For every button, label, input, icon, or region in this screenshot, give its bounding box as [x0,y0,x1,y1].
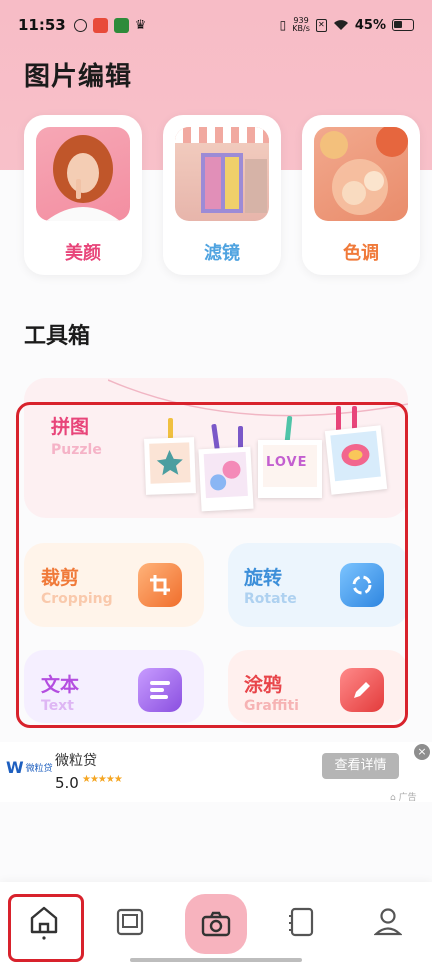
nav-home-highlight-frame [8,894,84,962]
ad-tag: ⌂ 广告 [390,790,417,803]
feature-card-filter[interactable]: 滤镜 [163,115,281,275]
nav-notebook[interactable] [272,892,332,952]
status-right: ▯ 939 KB/s ✕ 45% [280,17,414,33]
ad-banner[interactable]: W 微粒贷 微粒贷 5.0 ★★★★★ 查看详情 × ⌂ 广告 [0,742,432,803]
network-speed: 939 KB/s [292,17,310,33]
net-speed-unit: KB/s [292,24,310,33]
feature-label-tone: 色调 [343,243,379,264]
beauty-thumbnail [36,127,130,221]
nav-camera-button[interactable] [185,894,247,954]
nav-gallery[interactable] [100,892,160,952]
battery-percent: 45% [354,17,386,33]
status-notification-icons: ♛ [73,17,147,33]
tone-thumbnail [314,127,408,221]
feature-label-filter: 滤镜 [204,243,240,264]
profile-icon [374,908,402,936]
ad-logo: W 微粒贷 [6,758,53,777]
toolbox-title: 工具箱 [24,324,91,349]
ad-stars: ★★★★★ [82,774,123,785]
filter-thumbnail [175,127,269,221]
toolbox-highlight-frame [16,402,408,728]
feature-card-beauty[interactable]: 美颜 [24,115,142,275]
camera-icon [201,911,231,937]
status-bar: 11:53 ♛ ▯ 939 KB/s ✕ 45% [0,0,432,50]
wifi-icon [333,20,348,30]
ad-tag-icon: ⌂ [390,793,399,803]
notebook-icon [289,907,314,937]
page-title: 图片编辑 [24,62,133,92]
status-time: 11:53 [18,16,66,34]
sim-icon: ✕ [315,18,327,32]
vibrate-icon: ▯ [279,18,287,32]
gallery-icon [116,908,144,936]
ad-rating: 5.0 [55,774,79,792]
home-indicator [130,958,302,962]
ad-name: 微粒贷 [55,753,97,769]
feature-label-beauty: 美颜 [65,243,101,264]
ad-logo-text: 微粒贷 [25,764,53,774]
nav-profile[interactable] [358,892,418,952]
battery-icon [392,19,414,31]
ad-close-button[interactable]: × [414,744,430,760]
ad-tag-text: 广告 [398,793,417,803]
ad-details-button[interactable]: 查看详情 [322,753,399,779]
feature-card-tone[interactable]: 色调 [302,115,420,275]
notification-app-icon [113,17,129,33]
notification-app-icon [73,18,87,32]
notification-app-icon [92,17,108,33]
crown-icon: ♛ [134,17,147,33]
